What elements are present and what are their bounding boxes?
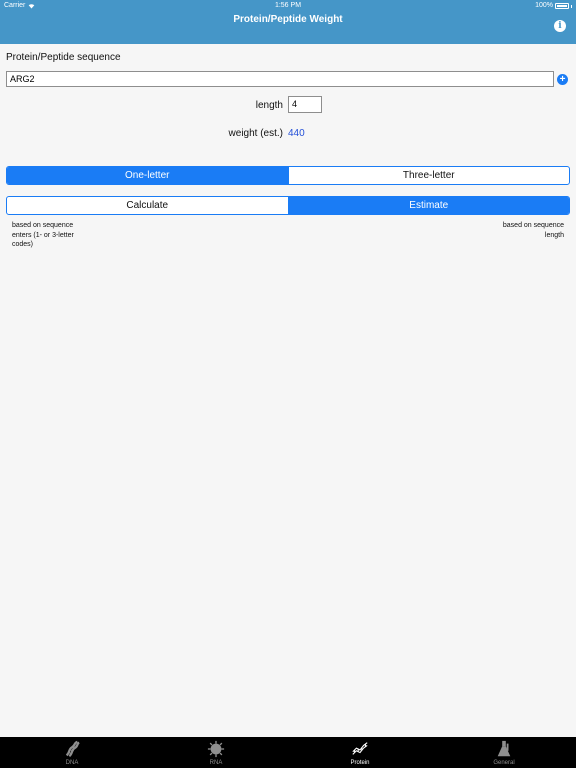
weight-value: 440 [288, 128, 305, 139]
tab-label-general: General [493, 760, 515, 766]
estimate-hint: based on sequence length [502, 222, 564, 239]
battery-group: 100% [535, 0, 572, 12]
tab-label-protein: Protein [350, 760, 370, 766]
tab-label-rna: RNA [209, 760, 223, 766]
estimate-option[interactable]: Estimate [287, 197, 569, 214]
calculate-option[interactable]: Calculate [7, 197, 288, 214]
one-letter-option[interactable]: One-letter [7, 167, 288, 184]
tab-label-dna: DNA [65, 760, 79, 766]
protein-chain-icon [352, 742, 368, 755]
tab-bar: DNA RNA Protein General [0, 737, 576, 768]
three-letter-option[interactable]: Three-letter [287, 167, 570, 184]
weight-label: weight (est.) [228, 128, 283, 139]
battery-percent: 100% [535, 2, 553, 9]
plus-circle-icon[interactable]: + [557, 74, 568, 85]
flask-icon [497, 740, 511, 757]
calculate-hint: based on sequence enters (1- or 3-letter… [12, 222, 74, 248]
sequence-label: Protein/Peptide sequence [6, 52, 121, 63]
battery-icon [555, 3, 569, 9]
code-type-segmented-control: One-letter Three-letter [6, 166, 570, 185]
tab-dna[interactable]: DNA [0, 737, 144, 768]
tab-rna[interactable]: RNA [144, 737, 288, 768]
status-time: 1:56 PM [274, 2, 302, 9]
status-bar: Carrier 1:56 PM 100% [0, 0, 576, 12]
mode-segmented-control: Calculate Estimate [6, 196, 570, 215]
page-title: Protein/Peptide Weight [233, 14, 343, 25]
sequence-input[interactable]: ARG2 [6, 71, 554, 87]
navigation-bar: Carrier 1:56 PM 100% Protein/Peptide Wei… [0, 0, 576, 44]
length-input[interactable]: 4 [288, 96, 322, 113]
tab-protein[interactable]: Protein [288, 737, 432, 768]
info-icon[interactable]: i [554, 20, 566, 32]
length-label: length [255, 100, 283, 111]
rna-virus-icon [207, 740, 225, 758]
tab-general[interactable]: General [432, 737, 576, 768]
dna-icon [65, 740, 80, 758]
